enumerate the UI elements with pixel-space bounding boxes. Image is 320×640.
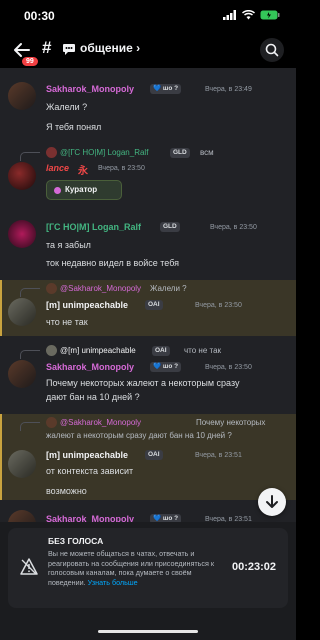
avatar[interactable] (8, 220, 36, 248)
reply-author[interactable]: @Sakharok_Monopoly (60, 284, 141, 293)
reply-author[interactable]: @Sakharok_Monopoly (60, 418, 141, 427)
timeout-timer: 00:23:02 (231, 561, 276, 573)
reply-avatar (46, 283, 57, 294)
message-mention[interactable]: @Sakharok_Monopoly Жалели ? [m] unimpeac… (0, 280, 296, 336)
message-mention[interactable]: @Sakharok_Monopoly Почему некоторых жале… (0, 414, 296, 500)
channel-header: 99 # общение › (0, 34, 296, 68)
avatar[interactable] (8, 298, 36, 326)
channel-name[interactable]: общение › (80, 41, 140, 55)
reply-avatar (46, 147, 57, 158)
message-text: та я забыл (46, 240, 91, 250)
learn-more-link[interactable]: Узнать больше (88, 578, 138, 587)
message[interactable]: [ГС НО|М] Logan_Ralf GLD Вчера, в 23:50 … (0, 216, 296, 272)
role-label: Куратор (65, 185, 98, 194)
message-text: Почему некоторых жалеют а некоторым сраз… (46, 378, 240, 388)
author-glyph: 永 (78, 166, 88, 177)
notice-title: БЕЗ ГОЛОСА (48, 536, 104, 546)
reply-line (20, 350, 40, 359)
timestamp: Вчера, в 23:51 (195, 452, 242, 459)
author-name[interactable]: Sakharok_Monopoly (46, 362, 134, 372)
reply-avatar (46, 345, 57, 356)
message-text: дают бан на 10 дней ? (46, 392, 140, 402)
reply-line (20, 288, 40, 297)
author-name[interactable]: [m] unimpeachable (46, 300, 128, 310)
reply-text: Жалели ? (150, 284, 187, 293)
home-indicator[interactable] (98, 630, 198, 633)
reply-author[interactable]: @[m] unimpeachable (60, 346, 136, 355)
message-text: возможно (46, 486, 87, 496)
reply-text: жалеют а некоторым сразу дают бан на 10 … (46, 431, 232, 440)
unread-badge: 99 (20, 55, 40, 68)
timestamp: Вчера, в 23:49 (205, 86, 252, 93)
reply-line (20, 152, 40, 161)
reply-avatar (46, 417, 57, 428)
jump-to-bottom-button[interactable] (258, 488, 286, 516)
message-text: ток недавно видел в войсе тебя (46, 258, 180, 268)
reply-author[interactable]: @[ГС НО|М] Logan_Ralf (60, 148, 148, 157)
message-text: что не так (46, 317, 88, 327)
server-tag: OAI (145, 450, 163, 460)
wifi-icon (242, 10, 255, 20)
chat-bubble-icon (63, 44, 75, 55)
timeout-notice: БЕЗ ГОЛОСА Вы не можете общаться в чатах… (8, 528, 288, 608)
status-time: 00:30 (24, 9, 55, 23)
avatar[interactable] (8, 360, 36, 388)
role-dot-icon (54, 187, 61, 194)
server-tag: 💙 шо ? (150, 84, 182, 94)
reply-text: Почему некоторых (196, 418, 266, 427)
server-tag: GLD (160, 222, 180, 232)
reply-tag: GLD (170, 148, 190, 158)
mute-icon (20, 558, 38, 575)
arrow-down-icon (266, 495, 278, 508)
reply-text: всм (200, 148, 214, 157)
role-pill[interactable]: Куратор (46, 180, 122, 200)
author-name[interactable]: [ГС НО|М] Logan_Ralf (46, 222, 141, 232)
battery-icon (260, 10, 280, 20)
search-button[interactable] (260, 38, 284, 62)
avatar[interactable] (8, 450, 36, 478)
author-name[interactable]: lance (46, 163, 69, 173)
status-icons (223, 10, 280, 20)
search-icon (265, 43, 279, 57)
server-tag: OAI (145, 300, 163, 310)
reply-text: что не так (184, 346, 222, 355)
timestamp: Вчера, в 23:50 (195, 302, 242, 309)
signal-icon (223, 10, 236, 20)
timestamp: Вчера, в 23:50 (98, 165, 145, 172)
timestamp: Вчера, в 23:50 (205, 364, 252, 371)
reply-line (20, 422, 40, 431)
avatar[interactable] (8, 162, 36, 190)
server-tag: 💙 шо ? (150, 362, 182, 372)
status-bar: 00:30 (0, 0, 296, 34)
notice-text: Вы не можете общаться в чатах, отвечать … (48, 549, 218, 587)
message[interactable]: @[m] unimpeachable OAI что не так Sakhar… (0, 342, 296, 410)
timestamp: Вчера, в 23:50 (210, 224, 257, 231)
author-name[interactable]: Sakharok_Monopoly (46, 84, 134, 94)
message[interactable]: @[ГС НО|М] Logan_Ralf GLD всм lance 永 Вч… (0, 144, 296, 208)
message-text: Я тебя понял (46, 122, 102, 132)
hash-icon: # (42, 38, 52, 57)
reply-tag: OAI (152, 346, 170, 356)
message[interactable]: Sakharok_Monopoly 💙 шо ? Вчера, в 23:49 … (0, 78, 296, 140)
message-text: от контекста зависит (46, 466, 134, 476)
avatar[interactable] (8, 82, 36, 110)
author-name[interactable]: [m] unimpeachable (46, 450, 128, 460)
message-text: Жалели ? (46, 102, 88, 112)
